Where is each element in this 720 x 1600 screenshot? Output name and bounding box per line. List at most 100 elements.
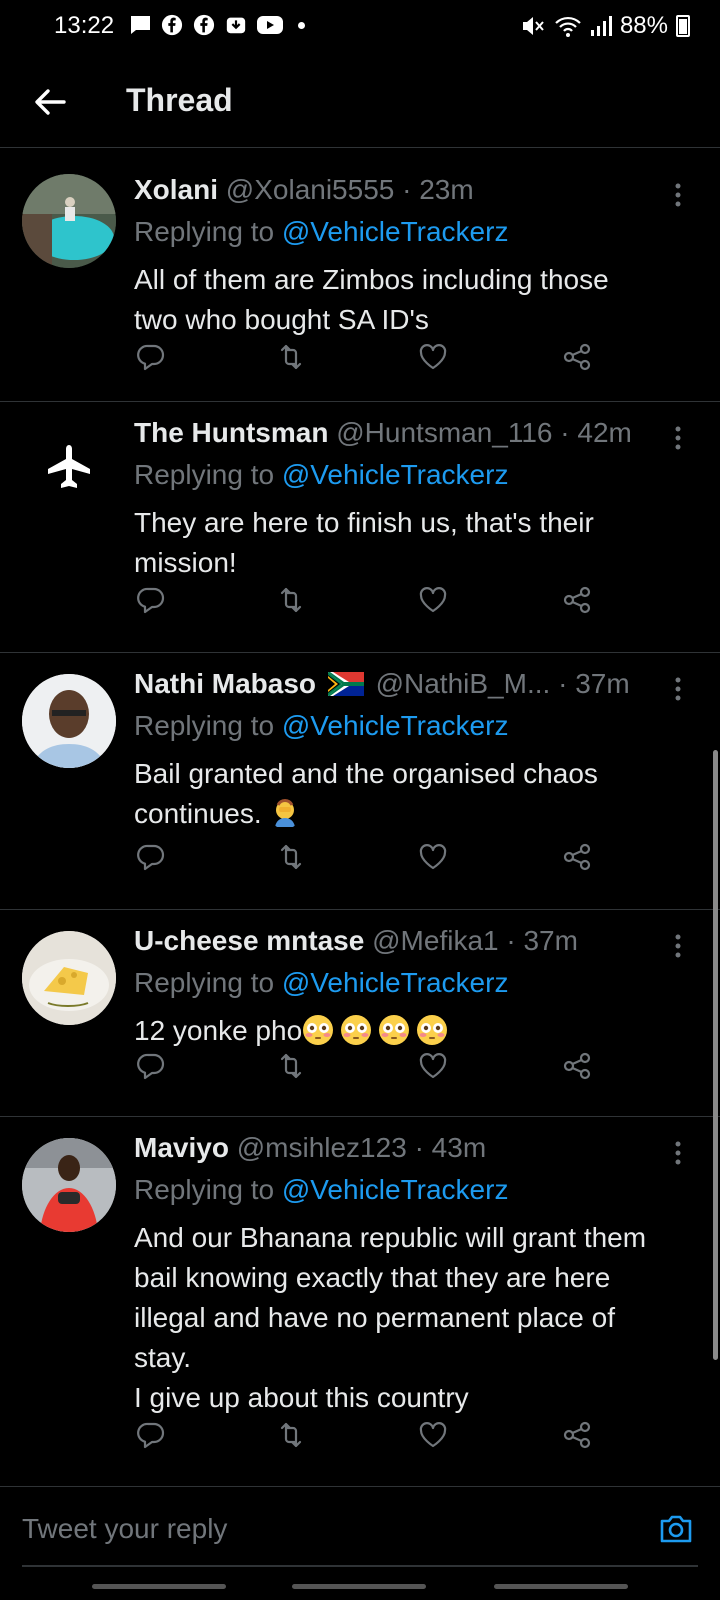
more-options-icon[interactable] [672, 933, 684, 959]
thread-header: Thread [0, 56, 720, 148]
facebook-icon [161, 14, 183, 36]
tweet-text-line: illegal and have no permanent place of [134, 1302, 616, 1333]
tweet-text-line: 12 yonke pho [134, 1015, 303, 1046]
retweet-button[interactable] [274, 840, 308, 874]
flushed-face-emoji-icon [341, 1015, 372, 1045]
like-button[interactable] [416, 340, 450, 374]
like-icon [419, 587, 447, 613]
mention-link[interactable]: @VehicleTrackerz [282, 216, 509, 247]
avatar[interactable] [22, 931, 116, 1025]
back-arrow-icon[interactable] [30, 82, 70, 122]
retweet-icon [280, 1053, 302, 1079]
tweet-actions [134, 1049, 614, 1089]
replying-to: Replying to @VehicleTrackerz [134, 459, 508, 491]
system-navigation-bar [0, 1580, 720, 1600]
more-options-icon[interactable] [672, 1140, 684, 1166]
reply-icon [137, 1053, 165, 1080]
mention-link[interactable]: @VehicleTrackerz [282, 710, 509, 741]
retweet-icon [280, 844, 302, 870]
reply-button[interactable] [134, 1049, 168, 1083]
tweet[interactable]: Nathi Mabaso @NathiB_M... · 37m Replying… [0, 654, 720, 910]
mute-icon [522, 17, 544, 35]
nav-back-handle[interactable] [494, 1584, 628, 1589]
timestamp: 42m [577, 417, 632, 448]
retweet-button[interactable] [274, 1418, 308, 1452]
nav-home-handle[interactable] [292, 1584, 426, 1589]
more-options-icon[interactable] [672, 425, 684, 451]
separator-dot: · [402, 174, 412, 205]
handle: @Mefika1 [372, 925, 499, 956]
scrollbar[interactable] [713, 750, 718, 1360]
share-button[interactable] [560, 1418, 594, 1452]
message-icon [130, 16, 150, 34]
facepalm-emoji-icon [275, 799, 296, 827]
display-name[interactable]: Maviyo [134, 1132, 229, 1163]
more-options-icon[interactable] [672, 182, 684, 208]
tweet-text-line-with-emoji: 12 yonke pho [134, 1011, 696, 1051]
flushed-face-emoji-icon [417, 1015, 448, 1045]
tweet[interactable]: Xolani @Xolani5555 · 23m Replying to @Ve… [0, 160, 720, 402]
display-name[interactable]: Xolani [134, 174, 218, 205]
avatar[interactable] [22, 674, 116, 768]
facebook-icon [193, 14, 215, 36]
tweet[interactable]: The Huntsman @Huntsman_116 · 42m Replyin… [0, 403, 720, 653]
share-button[interactable] [560, 583, 594, 617]
like-button[interactable] [416, 840, 450, 874]
retweet-button[interactable] [274, 583, 308, 617]
replying-to: Replying to @VehicleTrackerz [134, 1174, 508, 1206]
display-name[interactable]: U-cheese mntase [134, 925, 364, 956]
replying-label: Replying to [134, 710, 275, 741]
share-button[interactable] [560, 340, 594, 374]
share-button[interactable] [560, 840, 594, 874]
like-icon [419, 1422, 447, 1448]
tweet-text-line-with-emoji: continues. [134, 794, 696, 834]
mention-link[interactable]: @VehicleTrackerz [282, 967, 509, 998]
share-button[interactable] [560, 1049, 594, 1083]
nav-recents-handle[interactable] [92, 1584, 226, 1589]
reply-button[interactable] [134, 583, 168, 617]
more-notifications-icon [298, 21, 305, 29]
display-name[interactable]: Nathi Mabaso [134, 668, 316, 699]
display-name[interactable]: The Huntsman [134, 417, 328, 448]
retweet-button[interactable] [274, 1049, 308, 1083]
tweet[interactable]: U-cheese mntase @Mefika1 · 37m Replying … [0, 911, 720, 1117]
like-button[interactable] [416, 1049, 450, 1083]
reply-input[interactable]: Tweet your reply [22, 1513, 227, 1545]
camera-icon[interactable] [656, 1509, 696, 1549]
separator-dot: · [560, 417, 570, 448]
avatar[interactable] [22, 1138, 116, 1232]
page-title: Thread [126, 82, 233, 118]
avatar[interactable] [22, 174, 116, 268]
mention-link[interactable]: @VehicleTrackerz [282, 459, 509, 490]
flushed-face-emoji-icon [303, 1015, 334, 1045]
timestamp: 37m [523, 925, 578, 956]
retweet-button[interactable] [274, 340, 308, 374]
like-icon [419, 1053, 447, 1079]
reply-button[interactable] [134, 1418, 168, 1452]
reply-button[interactable] [134, 340, 168, 374]
like-button[interactable] [416, 583, 450, 617]
tweet-text-line: continues. [134, 798, 262, 829]
like-icon [419, 844, 447, 870]
tweet-text: 12 yonke pho [134, 1011, 696, 1051]
more-options-icon[interactable] [672, 676, 684, 702]
youtube-icon [257, 16, 283, 34]
like-button[interactable] [416, 1418, 450, 1452]
avatar[interactable] [22, 417, 116, 511]
replying-label: Replying to [134, 967, 275, 998]
replying-label: Replying to [134, 1174, 275, 1205]
timestamp: 43m [431, 1132, 487, 1163]
tweet-text-line: stay. [134, 1342, 192, 1373]
tweet-text-line: And our Bhanana republic will grant them [134, 1222, 647, 1253]
retweet-icon [280, 344, 302, 370]
tweet[interactable]: Maviyo @msihlez123 · 43m Replying to @Ve… [0, 1118, 720, 1486]
separator-dot: · [558, 668, 568, 699]
tweet-text-line: two who bought SA ID's [134, 304, 429, 335]
reply-button[interactable] [134, 840, 168, 874]
tweet-header: U-cheese mntase @Mefika1 · 37m [134, 925, 660, 957]
battery-icon [676, 15, 690, 37]
mention-link[interactable]: @VehicleTrackerz [282, 1174, 509, 1205]
tweet-text: All of them are Zimbos including those t… [134, 260, 696, 340]
tweet-actions [134, 340, 614, 380]
handle: @msihlez123 [236, 1132, 407, 1163]
